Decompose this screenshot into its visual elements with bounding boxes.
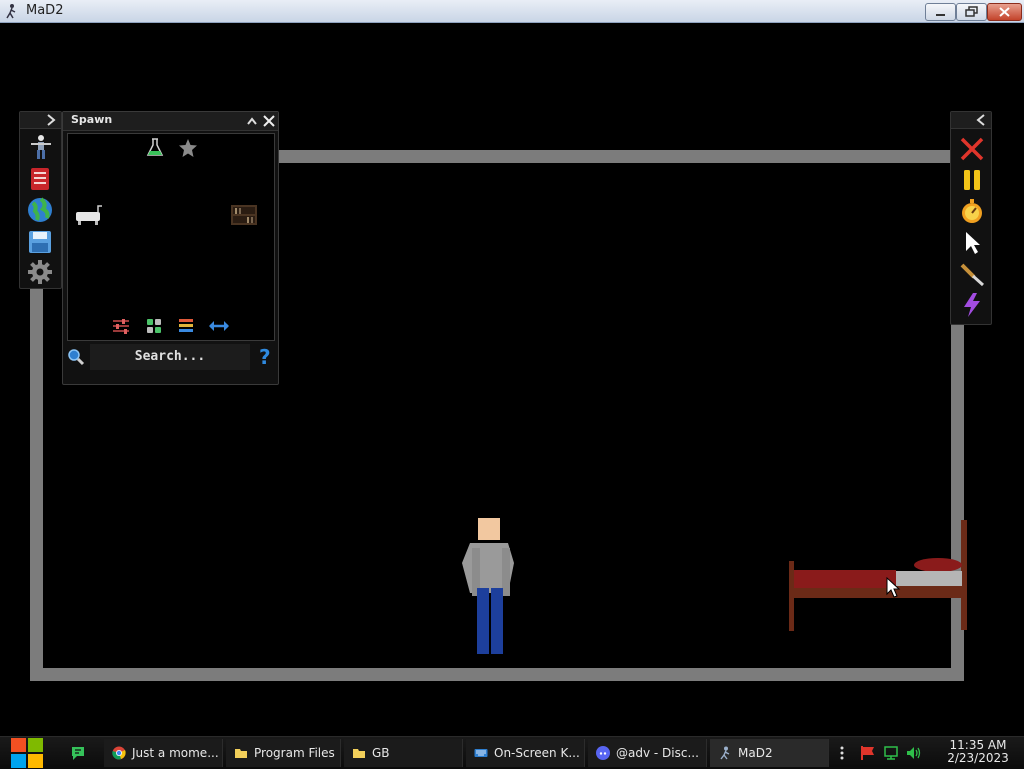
- swap-arrows-icon[interactable]: [208, 319, 230, 333]
- taskbar-item-on-screen-keyboard[interactable]: On-Screen K...: [466, 739, 585, 767]
- flask-icon[interactable]: [146, 138, 164, 158]
- taskbar-item-label: Just a mome...: [132, 746, 219, 760]
- help-icon[interactable]: ?: [257, 346, 273, 368]
- person-head: [478, 518, 500, 540]
- chat-app-icon[interactable]: [70, 745, 86, 761]
- close-button[interactable]: [987, 3, 1022, 21]
- chevron-right-icon[interactable]: [46, 114, 56, 126]
- taskbar-item-program-files[interactable]: Program Files: [226, 739, 341, 767]
- right-toolbar-header: [951, 112, 991, 129]
- spawn-item-grid: [67, 133, 275, 341]
- taskbar-item-label: @adv - Disc...: [616, 746, 699, 760]
- discord-icon: [596, 746, 610, 760]
- taskbar: Just a mome... Program Files GB On-Scree…: [0, 736, 1024, 769]
- lightning-tool-icon[interactable]: [959, 292, 985, 318]
- grid-view-icon[interactable]: [146, 318, 162, 334]
- network-icon[interactable]: [883, 745, 899, 761]
- svg-text:?: ?: [259, 346, 271, 368]
- spawn-panel: Spawn Search... ?: [62, 111, 279, 385]
- window-titlebar: MaD2: [0, 0, 1024, 23]
- bathtub-item[interactable]: [74, 204, 104, 226]
- volume-icon[interactable]: [905, 745, 923, 761]
- pointer-tool-icon[interactable]: [959, 229, 985, 255]
- close-panel-icon[interactable]: [262, 114, 276, 128]
- gear-icon[interactable]: [27, 259, 53, 285]
- maximize-button[interactable]: [956, 3, 987, 21]
- bed-pillow: [896, 571, 962, 586]
- minimize-icon: [936, 14, 945, 16]
- taskbar-item-label: GB: [372, 746, 390, 760]
- knife-tool-icon[interactable]: [959, 261, 985, 287]
- list-view-icon[interactable]: [178, 318, 194, 334]
- taskbar-item-mad2[interactable]: MaD2: [710, 739, 829, 767]
- taskbar-item-label: MaD2: [738, 746, 773, 760]
- taskbar-item-label: Program Files: [254, 746, 335, 760]
- save-icon[interactable]: [27, 229, 53, 255]
- close-icon: [999, 7, 1010, 17]
- ragdoll-tool-icon[interactable]: [27, 134, 53, 160]
- bed[interactable]: [786, 518, 972, 633]
- person-right-leg: [491, 588, 503, 654]
- stopwatch-icon[interactable]: [959, 198, 985, 224]
- flag-icon[interactable]: [860, 745, 876, 761]
- collapse-panel-icon[interactable]: [246, 115, 258, 127]
- chrome-icon: [112, 746, 126, 760]
- window-title: MaD2: [26, 3, 64, 18]
- person-ragdoll[interactable]: [458, 518, 528, 658]
- bookshelf-item[interactable]: [230, 204, 258, 226]
- more-options-icon[interactable]: [838, 745, 846, 761]
- spawn-panel-title: Spawn: [71, 113, 113, 126]
- left-toolbar: [19, 111, 62, 289]
- globe-icon[interactable]: [27, 197, 53, 223]
- sliders-icon[interactable]: [112, 318, 130, 334]
- taskbar-item-discord[interactable]: @adv - Disc...: [588, 739, 707, 767]
- keyboard-icon: [474, 749, 488, 757]
- taskbar-item-chrome[interactable]: Just a mome...: [104, 739, 223, 767]
- person-left-leg: [477, 588, 489, 654]
- star-icon[interactable]: [178, 138, 198, 158]
- minimize-button[interactable]: [925, 3, 956, 21]
- mouse-cursor-icon: [886, 577, 901, 598]
- mad2-app-icon: [720, 746, 730, 760]
- taskbar-clock[interactable]: 11:35 AM 2/23/2023: [938, 739, 1018, 765]
- taskbar-item-gb[interactable]: GB: [344, 739, 463, 767]
- pause-icon[interactable]: [959, 167, 985, 193]
- delete-tool-icon[interactable]: [959, 136, 985, 162]
- spawn-panel-header: Spawn: [63, 112, 278, 131]
- book-icon[interactable]: [27, 166, 53, 192]
- taskbar-item-label: On-Screen K...: [494, 746, 580, 760]
- folder-icon: [235, 749, 247, 758]
- chevron-left-icon[interactable]: [976, 114, 986, 126]
- start-button-icon[interactable]: [10, 737, 44, 769]
- clock-date: 2/23/2023: [947, 751, 1009, 765]
- search-row: Search... ?: [63, 343, 278, 373]
- game-canvas[interactable]: Spawn Search... ?: [0, 23, 1024, 736]
- left-toolbar-header: [20, 112, 61, 129]
- app-icon: [6, 4, 16, 19]
- search-input[interactable]: Search...: [90, 344, 250, 370]
- right-toolbar: [950, 111, 992, 325]
- restore-icon: [965, 6, 978, 17]
- bed-sheet: [794, 570, 896, 588]
- folder-icon: [353, 749, 365, 758]
- search-icon[interactable]: [67, 348, 85, 366]
